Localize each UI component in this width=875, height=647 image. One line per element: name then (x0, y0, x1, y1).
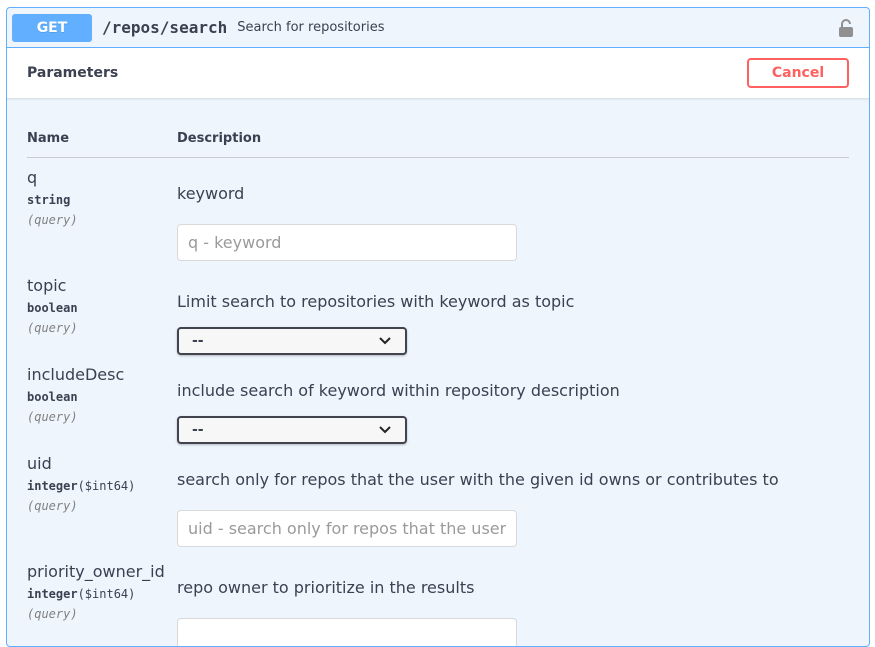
param-description: keyword (177, 184, 245, 203)
param-description: search only for repos that the user with… (177, 470, 779, 489)
select-value: -- (192, 333, 204, 349)
lock-icon[interactable] (838, 18, 854, 38)
endpoint-path: /repos/search (102, 18, 228, 37)
param-location: (query) (27, 321, 78, 335)
param-name: topic (27, 276, 67, 295)
chevron-down-icon (379, 426, 391, 434)
param-name: q (27, 168, 38, 187)
param-name: includeDesc (27, 365, 125, 384)
parameters-title: Parameters (27, 65, 119, 81)
param-name: priority_owner_id (27, 562, 165, 581)
endpoint-description: Search for repositories (237, 20, 385, 35)
q-input[interactable] (177, 224, 517, 261)
param-location: (query) (27, 213, 78, 227)
param-type: boolean (27, 390, 78, 404)
operation-block: GET /repos/search Search for repositorie… (6, 7, 870, 647)
param-type: boolean (27, 301, 78, 315)
column-name-header: Name (27, 131, 70, 146)
param-description: repo owner to prioritize in the results (177, 578, 475, 597)
param-description: include search of keyword within reposit… (177, 381, 620, 400)
parameters-header: Parameters Cancel (7, 48, 869, 99)
param-type: integer($int64) (27, 587, 136, 601)
param-name: uid (27, 454, 52, 473)
cancel-button[interactable]: Cancel (747, 58, 849, 88)
column-description-header: Description (177, 131, 262, 146)
select-value: -- (192, 422, 204, 438)
operation-summary[interactable]: GET /repos/search Search for repositorie… (7, 8, 869, 48)
table-header: Name Description (27, 99, 849, 158)
param-type: string (27, 193, 71, 207)
param-description: Limit search to repositories with keywor… (177, 292, 575, 311)
param-type: integer($int64) (27, 479, 136, 493)
uid-input[interactable] (177, 510, 517, 547)
param-location: (query) (27, 607, 78, 621)
priority-owner-id-input[interactable] (177, 618, 517, 646)
param-location: (query) (27, 499, 78, 513)
parameters-table: Name Description q string (query) keywor… (7, 99, 869, 646)
includedesc-select[interactable]: -- (177, 416, 407, 444)
method-badge: GET (12, 13, 92, 42)
param-location: (query) (27, 410, 78, 424)
topic-select[interactable]: -- (177, 327, 407, 355)
chevron-down-icon (379, 337, 391, 345)
